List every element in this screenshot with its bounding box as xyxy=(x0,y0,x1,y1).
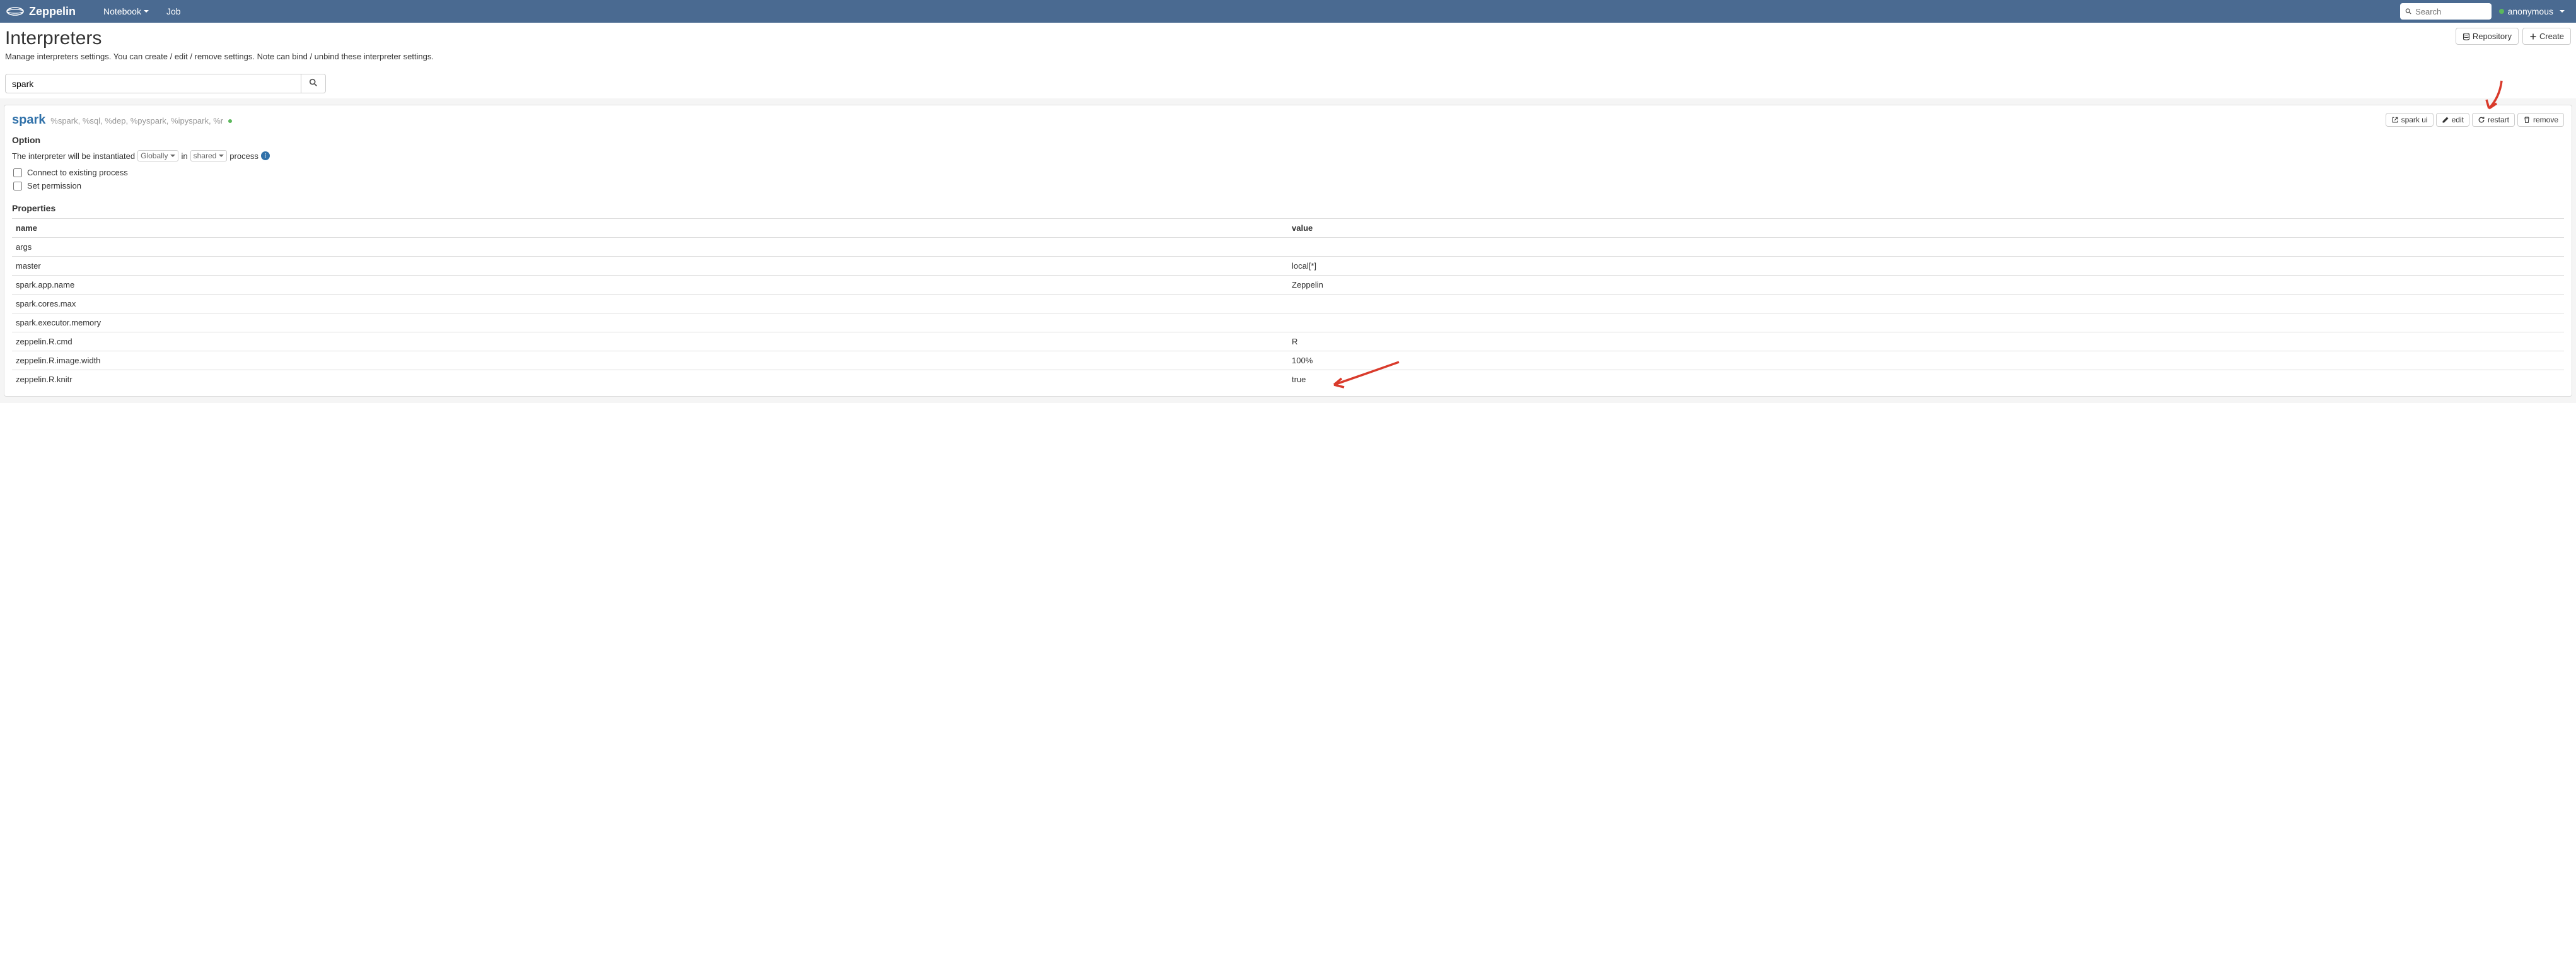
refresh-icon xyxy=(2478,116,2485,124)
chevron-down-icon xyxy=(219,155,224,157)
edit-button[interactable]: edit xyxy=(2436,113,2469,127)
navbar: Zeppelin Notebook Job anonymous xyxy=(0,0,2576,23)
prop-name: zeppelin.R.image.width xyxy=(12,351,1288,370)
navbar-menu: Notebook Job xyxy=(95,1,2400,21)
trash-icon xyxy=(2523,116,2531,124)
brand[interactable]: Zeppelin xyxy=(6,4,76,18)
prop-value xyxy=(1288,313,2564,332)
search-icon xyxy=(309,78,318,87)
set-permission-input[interactable] xyxy=(13,182,22,190)
prop-name: zeppelin.R.knitr xyxy=(12,370,1288,389)
table-row: spark.executor.memory xyxy=(12,313,2564,332)
table-row: args xyxy=(12,238,2564,257)
chevron-down-icon xyxy=(170,155,175,157)
content-wrapper: spark %spark, %sql, %dep, %pyspark, %ipy… xyxy=(0,98,2576,403)
global-search[interactable] xyxy=(2400,3,2492,20)
connect-existing-checkbox[interactable]: Connect to existing process xyxy=(13,168,2564,177)
prop-name: spark.executor.memory xyxy=(12,313,1288,332)
chevron-down-icon xyxy=(144,10,149,13)
repository-button[interactable]: Repository xyxy=(2456,28,2519,45)
interpreter-status-dot-icon xyxy=(228,119,232,123)
interpreter-aliases: %spark, %sql, %dep, %pyspark, %ipyspark,… xyxy=(50,116,223,126)
prop-value: R xyxy=(1288,332,2564,351)
navbar-right: anonymous xyxy=(2400,3,2570,20)
prop-name: zeppelin.R.cmd xyxy=(12,332,1288,351)
option-section-title: Option xyxy=(12,135,2564,145)
instantiation-option: The interpreter will be instantiated Glo… xyxy=(12,150,2564,161)
prop-name: args xyxy=(12,238,1288,257)
table-row: spark.app.nameZeppelin xyxy=(12,276,2564,295)
nav-notebook[interactable]: Notebook xyxy=(95,1,158,21)
scope-select[interactable]: Globally xyxy=(137,150,178,161)
info-icon[interactable]: i xyxy=(261,151,270,160)
table-row: masterlocal[*] xyxy=(12,257,2564,276)
mode-select[interactable]: shared xyxy=(190,150,228,161)
properties-table: name value argsmasterlocal[*]spark.app.n… xyxy=(12,218,2564,389)
col-value-header: value xyxy=(1288,219,2564,238)
user-name: anonymous xyxy=(2508,6,2553,16)
page-header-region: Interpreters Manage interpreters setting… xyxy=(0,23,2576,98)
table-row: zeppelin.R.cmdR xyxy=(12,332,2564,351)
search-icon xyxy=(2405,8,2411,15)
user-menu[interactable]: anonymous xyxy=(2499,6,2570,16)
filter-search-button[interactable] xyxy=(301,74,326,93)
prop-value: local[*] xyxy=(1288,257,2564,276)
prop-value: 100% xyxy=(1288,351,2564,370)
interpreter-card-spark: spark %spark, %sql, %dep, %pyspark, %ipy… xyxy=(4,105,2572,397)
prop-value: Zeppelin xyxy=(1288,276,2564,295)
restart-button[interactable]: restart xyxy=(2472,113,2515,127)
nav-job[interactable]: Job xyxy=(158,1,190,21)
prop-name: spark.cores.max xyxy=(12,295,1288,313)
prop-name: spark.app.name xyxy=(12,276,1288,295)
user-status-dot-icon xyxy=(2499,9,2504,14)
database-icon xyxy=(2463,33,2470,40)
prop-value xyxy=(1288,238,2564,257)
prop-value: true xyxy=(1288,370,2564,389)
create-button[interactable]: Create xyxy=(2522,28,2571,45)
connect-existing-input[interactable] xyxy=(13,168,22,177)
prop-name: master xyxy=(12,257,1288,276)
remove-button[interactable]: remove xyxy=(2517,113,2564,127)
plus-icon xyxy=(2529,33,2537,40)
table-row: zeppelin.R.knitrtrue xyxy=(12,370,2564,389)
page-description: Manage interpreters settings. You can cr… xyxy=(5,52,2456,61)
prop-value xyxy=(1288,295,2564,313)
page-title: Interpreters xyxy=(5,28,2456,49)
interpreter-name[interactable]: spark xyxy=(12,113,45,127)
global-search-input[interactable] xyxy=(2415,7,2486,16)
properties-section-title: Properties xyxy=(12,203,2564,213)
interpreter-filter-input[interactable] xyxy=(5,74,301,93)
external-link-icon xyxy=(2391,116,2399,124)
pencil-icon xyxy=(2442,116,2449,124)
brand-text: Zeppelin xyxy=(29,5,76,18)
spark-ui-button[interactable]: spark ui xyxy=(2386,113,2434,127)
set-permission-checkbox[interactable]: Set permission xyxy=(13,181,2564,190)
chevron-down-icon xyxy=(2560,10,2565,13)
table-row: spark.cores.max xyxy=(12,295,2564,313)
zeppelin-logo-icon xyxy=(6,4,24,18)
col-name-header: name xyxy=(12,219,1288,238)
table-row: zeppelin.R.image.width100% xyxy=(12,351,2564,370)
